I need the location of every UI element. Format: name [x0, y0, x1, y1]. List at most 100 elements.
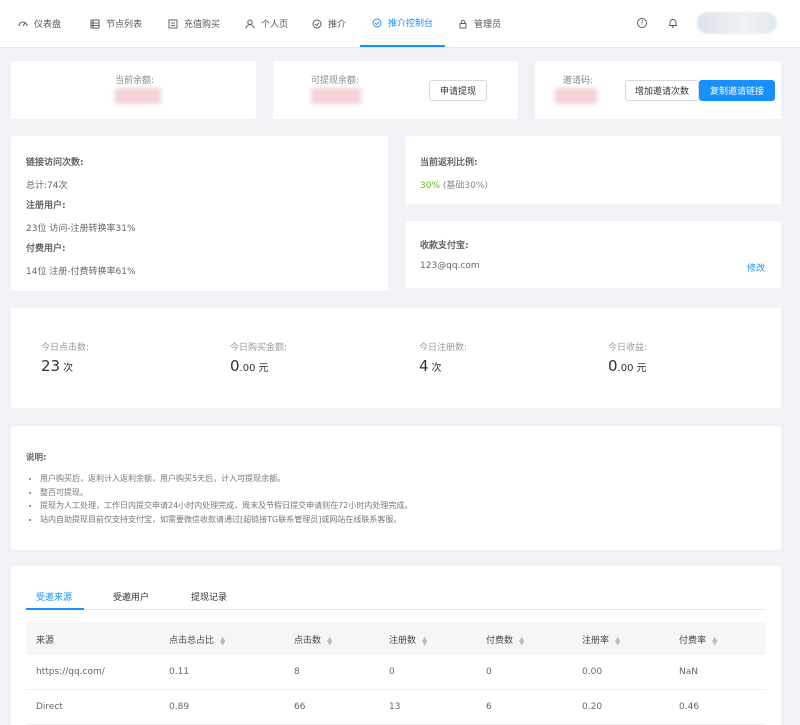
nav-label: 个人页 — [261, 20, 289, 30]
column-header-source: 来源 — [36, 636, 55, 646]
table-row: https://qq.com/ 0.11 8 0 0 0.00 NaN — [26, 655, 766, 690]
nav-label: 推介 — [328, 20, 347, 30]
note-item: 站内自助提现目前仅支持支付宝，如需要微信收款请通过[超链接TG联系管理员]或网站… — [40, 513, 412, 527]
nav-item-dashboard[interactable]: 仪表盘 — [6, 0, 73, 47]
column-header-clicks[interactable]: 点击数 ▲ ▼ — [294, 633, 332, 646]
list-icon — [90, 19, 100, 28]
column-header-registrations[interactable]: 注册数 ▲ ▼ — [389, 633, 427, 646]
table-cell: 0.11 — [169, 667, 190, 677]
table-cell: 0 — [486, 667, 492, 677]
table-cell: 0.20 — [582, 702, 603, 712]
dashboard-icon — [18, 21, 28, 26]
table-cell: 6 — [486, 702, 492, 712]
nav-item-node-list[interactable]: 节点列表 — [78, 0, 154, 47]
today-clicks-label: 今日点击数: — [41, 343, 90, 353]
tab-invited-users[interactable]: 受邀用户 — [113, 590, 149, 603]
user-icon — [245, 19, 255, 29]
lock-icon — [459, 19, 467, 28]
tab-withdraw-records[interactable]: 提现记录 — [191, 590, 227, 603]
nav-item-admin[interactable]: 管理员 — [446, 0, 513, 47]
note-item: 提现为人工处理，工作日内提交申请24小时内处理完成，周末及节假日提交申请则在72… — [40, 499, 412, 513]
add-invite-button[interactable]: 增加邀请次数 — [625, 80, 699, 101]
table-cell: 0.89 — [169, 702, 190, 712]
copy-invite-link-button[interactable]: 复制邀请链接 — [699, 80, 775, 101]
check-circle-icon — [312, 19, 322, 28]
svg-text:?: ? — [640, 20, 643, 27]
current-balance-label: 当前余额: — [115, 76, 155, 86]
sort-icon[interactable]: ▲ ▼ — [220, 635, 225, 646]
withdraw-button[interactable]: 申请提现 — [429, 80, 487, 101]
nav-label: 推介控制台 — [387, 19, 433, 29]
rebate-rate: 30% — [420, 181, 441, 191]
invite-code-card: 邀请码: 增加邀请次数 复制邀请链接 — [535, 61, 781, 119]
invite-code-value-redacted — [555, 88, 597, 104]
table-cell: NaN — [679, 667, 698, 677]
sort-icon[interactable]: ▲ ▼ — [615, 635, 620, 646]
rebate-title: 当前返利比例: — [420, 158, 478, 168]
sort-icon[interactable]: ▲ ▼ — [519, 635, 524, 646]
rebate-card: 当前返利比例: 30% (基础30%) — [405, 136, 781, 204]
top-nav: 仪表盘 节点列表 充值购买 个人页 推介 推介控制台 管理员 ? — [0, 0, 800, 48]
shop-icon — [168, 19, 178, 28]
table-cell: 0 — [389, 667, 395, 677]
nav-label: 充值购买 — [184, 20, 221, 30]
visits-total: 总计:74次 — [26, 181, 68, 191]
nav-label: 仪表盘 — [34, 20, 62, 30]
column-header-click-share[interactable]: 点击总占比 ▲ ▼ — [169, 633, 225, 646]
table-cell: 0.46 — [679, 702, 700, 712]
table-cell: 66 — [294, 702, 306, 712]
paid-title: 付费用户: — [26, 244, 66, 254]
table-cell: 8 — [294, 667, 300, 677]
today-clicks-value: 23 次 — [41, 357, 74, 375]
registered-detail: 23位 访问-注册转换率31% — [26, 224, 136, 234]
nav-item-referral-console[interactable]: 推介控制台 — [360, 0, 445, 47]
today-stats-card: 今日点击数: 23 次 今日购买金额: 0.00 元 今日注册数: 4次 今日收益:… — [11, 308, 781, 408]
nav-item-recharge[interactable]: 充值购买 — [156, 0, 232, 47]
paid-detail: 14位 注册-付费转换率61% — [26, 267, 136, 277]
table-cell: https://qq.com/ — [36, 667, 105, 677]
today-earnings-label: 今日收益: — [608, 343, 648, 353]
rebate-rate-line: 30% (基础30%) — [420, 178, 488, 191]
notes-list: 用户购买后，返利计入返利余额，用户购买5天后，计入可提现余额。 整百可提现。 提… — [40, 472, 412, 526]
invite-code-label: 邀请码: — [563, 76, 594, 86]
column-header-paid[interactable]: 付费数 ▲ ▼ — [486, 633, 524, 646]
table-cell: 13 — [389, 702, 401, 712]
today-earnings-value: 0.00 元 — [608, 357, 647, 375]
rebate-note: (基础30%) — [442, 181, 488, 191]
nav-label: 节点列表 — [106, 20, 143, 30]
column-header-registration-rate[interactable]: 注册率 ▲ ▼ — [582, 633, 620, 646]
check-circle-icon — [372, 18, 382, 27]
today-registrations-value: 4次 — [419, 357, 442, 375]
column-header-paid-rate[interactable]: 付费率 ▲ ▼ — [679, 633, 717, 646]
tab-divider — [26, 609, 766, 610]
sort-icon[interactable]: ▲ ▼ — [422, 635, 427, 646]
withdrawable-balance-card: 可提现余额: 申请提现 — [273, 61, 518, 119]
active-tab-indicator — [26, 608, 84, 610]
sort-icon[interactable]: ▲ ▼ — [712, 635, 717, 646]
link-stats-card: 链接访问次数: 总计:74次 注册用户: 23位 访问-注册转换率31% 付费用… — [11, 136, 388, 291]
today-purchase-value: 0.00 元 — [230, 357, 269, 375]
notes-title: 说明: — [26, 453, 47, 463]
note-item: 用户购买后，返利计入返利余额，用户购买5天后，计入可提现余额。 — [40, 472, 412, 486]
today-registrations-label: 今日注册数: — [419, 343, 468, 353]
current-balance-value-redacted — [115, 88, 161, 104]
today-purchase-label: 今日购买金额: — [230, 343, 288, 353]
nav-label: 管理员 — [474, 20, 502, 30]
alipay-card: 收款支付宝: 123@qq.com 修改 — [405, 221, 781, 288]
bell-icon[interactable] — [667, 17, 679, 29]
alipay-title: 收款支付宝: — [420, 241, 469, 251]
avatar[interactable] — [697, 12, 777, 34]
table-cell: Direct — [36, 702, 63, 712]
current-balance-card: 当前余额: — [11, 61, 256, 119]
table-header: 来源 点击总占比 ▲ ▼ 点击数 ▲ ▼ 注册数 ▲ ▼ 付费数 ▲ ▼ 注册率 ▲ ▼ 付费率 ▲ ▼ — [26, 622, 766, 654]
visits-title: 链接访问次数: — [26, 158, 84, 168]
help-icon[interactable]: ? — [636, 17, 648, 29]
edit-alipay-link[interactable]: 修改 — [747, 261, 765, 274]
table-cell: 0.00 — [582, 667, 603, 677]
nav-item-profile[interactable]: 个人页 — [233, 0, 300, 47]
table-row: Direct 0.89 66 13 6 0.20 0.46 — [26, 690, 766, 725]
withdrawable-balance-label: 可提现余额: — [311, 76, 360, 86]
tab-invite-source[interactable]: 受邀来源 — [36, 590, 72, 603]
nav-item-referral[interactable]: 推介 — [300, 0, 358, 47]
sort-icon[interactable]: ▲ ▼ — [327, 635, 332, 646]
